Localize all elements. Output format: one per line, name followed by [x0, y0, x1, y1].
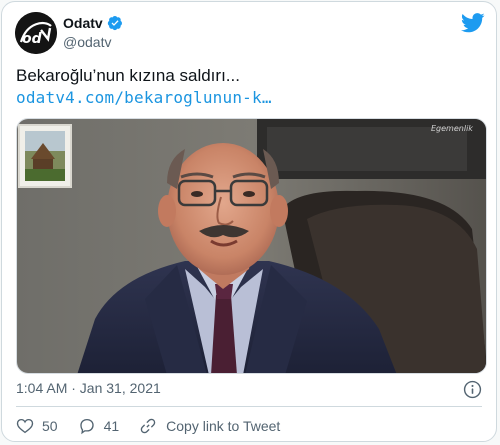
link-icon — [140, 418, 156, 434]
comment-icon — [79, 418, 94, 435]
like-button[interactable]: 50 — [16, 417, 58, 435]
divider — [16, 406, 482, 407]
twitter-bird-icon[interactable] — [461, 13, 485, 33]
tweet-text: Bekaroğlu’nun kızına saldırı... — [16, 66, 240, 85]
like-count: 50 — [42, 418, 58, 434]
reply-button[interactable]: 41 — [78, 417, 120, 435]
reply-count: 41 — [103, 418, 120, 434]
info-icon[interactable] — [463, 380, 482, 399]
media-photo: Egemenlik — [17, 119, 486, 373]
account-name[interactable]: Odatv — [63, 15, 103, 31]
tweet-media-photo[interactable]: Egemenlik — [16, 118, 487, 374]
tweet-timestamp[interactable]: 1:04 AM · Jan 31, 2021 — [16, 380, 161, 396]
tweet-link[interactable]: odatv4.com/bekaroglunun-k… — [16, 88, 272, 107]
account-handle[interactable]: @odatv — [63, 34, 111, 50]
odatv-logo: od — [15, 12, 57, 54]
svg-text:Egemenlik: Egemenlik — [431, 124, 473, 133]
svg-text:od: od — [22, 31, 43, 47]
copy-link-label: Copy link to Tweet — [166, 418, 281, 434]
heart-icon — [16, 418, 34, 434]
copy-link-button[interactable]: Copy link to Tweet — [139, 417, 280, 435]
tweet-actions: 50 41 Copy link to Tweet — [16, 415, 280, 437]
verified-badge-icon — [107, 16, 122, 31]
avatar[interactable]: od — [15, 12, 57, 54]
account-name-row[interactable]: Odatv — [63, 15, 123, 31]
tweet-card: od Odatv @odatv Bekaroğlu’nun kızına sal… — [1, 1, 497, 442]
